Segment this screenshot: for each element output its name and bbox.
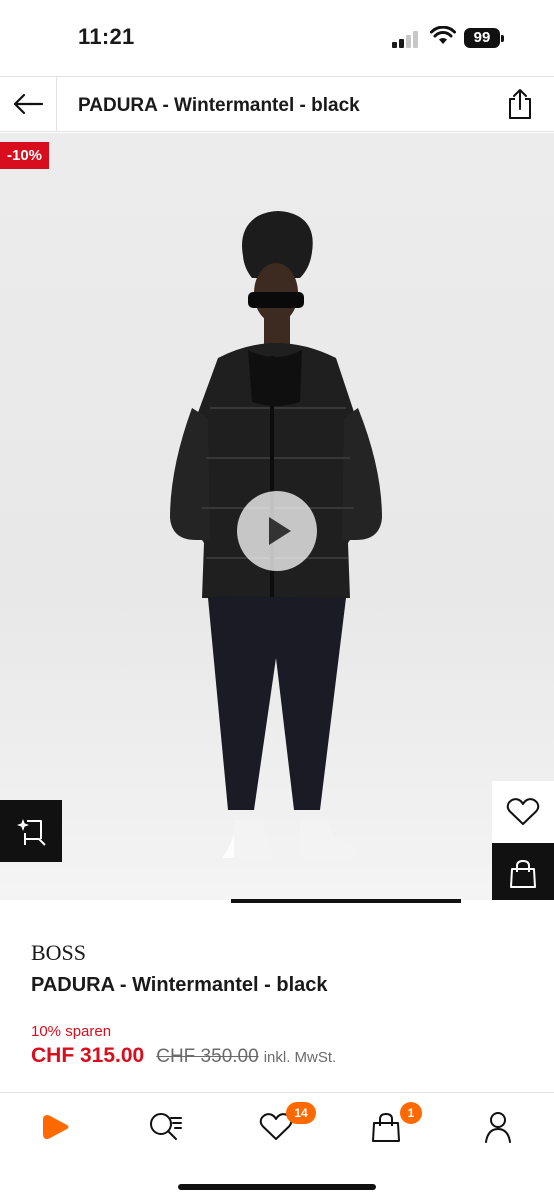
tax-note: inkl. MwSt. — [263, 1049, 337, 1066]
user-icon — [485, 1112, 511, 1143]
nav-search[interactable] — [144, 1107, 188, 1147]
status-time: 11:21 — [78, 24, 135, 49]
product-name: PADURA - Wintermantel - black — [31, 974, 328, 996]
arrow-left-icon — [13, 93, 44, 115]
share-icon — [509, 89, 531, 119]
savings-label: 10% sparen — [31, 1023, 112, 1040]
original-price: CHF 350.00 — [156, 1046, 259, 1067]
wifi-icon — [430, 26, 456, 44]
gallery-progress-indicator — [231, 899, 461, 903]
nav-account[interactable] — [476, 1107, 520, 1147]
play-video-button[interactable] — [237, 491, 317, 571]
home-logo-icon — [43, 1115, 69, 1139]
nav-wishlist[interactable]: 14 — [254, 1102, 316, 1147]
share-button[interactable] — [504, 87, 536, 121]
top-bar: PADURA - Wintermantel - black — [0, 76, 554, 132]
brand-name[interactable]: BOSS — [31, 940, 86, 966]
play-icon — [269, 517, 291, 545]
back-button[interactable] — [0, 77, 57, 131]
heart-icon — [506, 798, 540, 825]
nav-cart[interactable]: 1 — [364, 1102, 422, 1147]
current-price: CHF 315.00 — [31, 1044, 145, 1067]
sparkle-crop-icon — [17, 819, 46, 846]
wishlist-count-badge: 14 — [286, 1102, 316, 1124]
search-icon — [150, 1113, 182, 1140]
cart-count-badge: 1 — [400, 1102, 422, 1124]
home-indicator — [178, 1184, 376, 1190]
add-to-wishlist-button[interactable] — [492, 781, 554, 843]
nav-home[interactable] — [34, 1107, 78, 1147]
shopping-bag-icon — [510, 859, 536, 888]
page-title: PADURA - Wintermantel - black — [78, 95, 360, 116]
add-to-cart-button[interactable] — [492, 843, 554, 900]
cellular-signal-icon — [392, 30, 422, 48]
battery-indicator: 99 — [464, 28, 504, 48]
discount-badge: -10% — [0, 142, 50, 169]
status-bar: 11:21 99 — [0, 0, 554, 76]
shopping-bag-icon — [372, 1112, 400, 1142]
price-row: CHF 315.00 CHF 350.00 inkl. MwSt. — [31, 1044, 336, 1068]
find-similar-button[interactable] — [0, 800, 62, 862]
product-image-gallery[interactable]: -10% — [0, 133, 554, 900]
